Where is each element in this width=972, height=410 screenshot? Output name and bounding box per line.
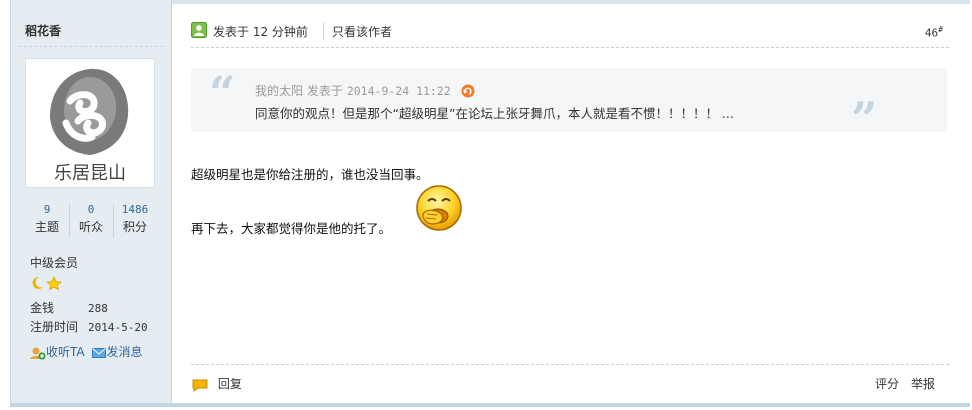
follow-button[interactable]: 收听TA: [30, 345, 88, 360]
user-group[interactable]: 中级会员: [30, 254, 78, 271]
jump-to-post-icon[interactable]: [461, 84, 475, 98]
envelope-icon: [92, 347, 107, 358]
stat-threads[interactable]: 9 主题: [25, 202, 69, 236]
author-name[interactable]: 稻花香: [25, 22, 61, 39]
author-sidebar: 稻花香 乐居昆山 9 主题 0 听众 1486 积分 中级会员 金钱 288 注…: [10, 0, 172, 406]
stat-listeners[interactable]: 0 听众: [69, 202, 113, 236]
laughing-smiley-icon: [416, 185, 462, 231]
quote-text: 同意你的观点！但是那个“超级明星”在论坛上张牙舞爪，本人就是看不惯！！！！！ .…: [255, 106, 734, 121]
online-status-icon: [191, 22, 207, 38]
author-actions: 收听TA 发消息: [30, 343, 142, 360]
reply-button[interactable]: 回复: [192, 375, 242, 392]
moon-star-icon: [32, 276, 63, 291]
avatar[interactable]: 乐居昆山: [25, 58, 155, 188]
follow-icon: [30, 347, 46, 360]
post-text-line-1: 超级明星也是你给注册的，谁也没当回事。: [191, 167, 429, 182]
divider: [19, 46, 163, 47]
money-row: 金钱 288: [30, 301, 108, 315]
quote-open-icon: “: [209, 66, 236, 120]
quote-close-icon: ”: [851, 92, 878, 146]
floor-number[interactable]: 46#: [925, 25, 943, 40]
only-author-link[interactable]: 只看该作者: [323, 23, 392, 40]
stat-points[interactable]: 1486 积分: [113, 202, 157, 236]
quote-block: “ 我的太阳 发表于 2014-9-24 11:22 同意你的观点！但是那个“超级…: [191, 66, 947, 142]
post-header: 发表于 12 分钟前 只看该作者 46#: [191, 22, 949, 42]
send-message-button[interactable]: 发消息: [92, 345, 142, 359]
svg-text:乐居昆山: 乐居昆山: [54, 163, 126, 184]
bottom-border: [10, 403, 970, 407]
divider: [191, 47, 949, 48]
post-frame: 稻花香 乐居昆山 9 主题 0 听众 1486 积分 中级会员 金钱 288 注…: [10, 0, 970, 410]
rate-link[interactable]: 评分: [875, 375, 899, 392]
post-text-line-2: 再下去，大家都觉得你是他的托了。: [191, 221, 392, 236]
author-stats: 9 主题 0 听众 1486 积分: [25, 202, 157, 238]
post-time: 发表于 12 分钟前: [213, 25, 308, 39]
register-row: 注册时间 2014-5-20: [30, 320, 148, 334]
rank-stars: [30, 276, 64, 293]
reply-icon: [192, 379, 208, 392]
report-link[interactable]: 举报: [911, 375, 935, 392]
avatar-logo-icon: 乐居昆山: [50, 68, 129, 184]
quote-header: 我的太阳 发表于 2014-9-24 11:22: [255, 82, 475, 99]
divider: [191, 364, 949, 365]
